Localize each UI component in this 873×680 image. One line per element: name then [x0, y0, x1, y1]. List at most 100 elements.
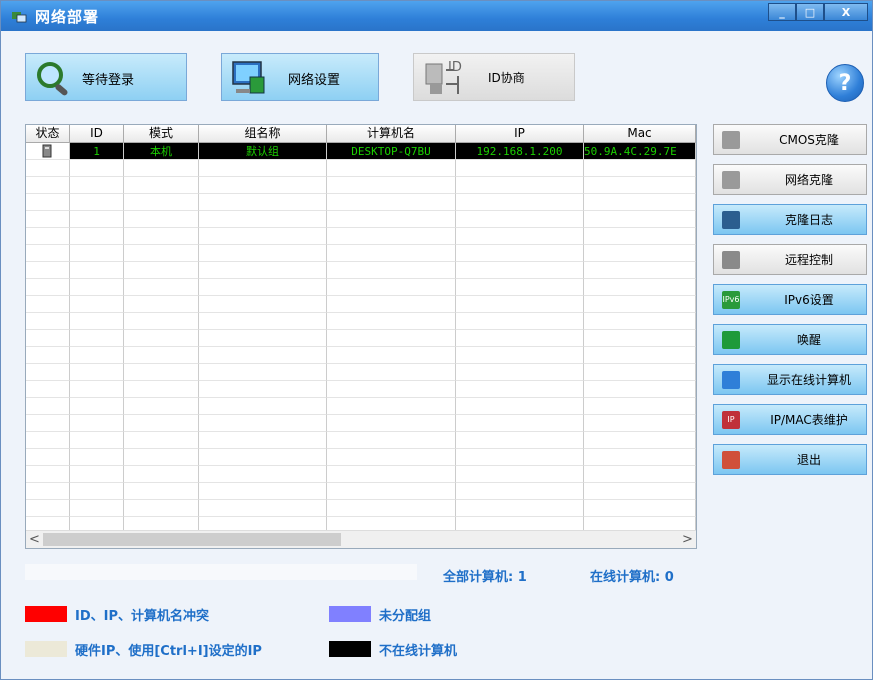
- empty-cell: [327, 211, 456, 228]
- empty-table-row[interactable]: [26, 432, 696, 449]
- col-ip[interactable]: IP: [456, 125, 584, 142]
- empty-cell: [327, 381, 456, 398]
- scroll-thumb[interactable]: [43, 533, 341, 546]
- exit-icon: [722, 451, 740, 469]
- side-button-ip-table[interactable]: IP IP/MAC表维护: [713, 404, 867, 435]
- empty-cell: [456, 296, 584, 313]
- help-button[interactable]: ?: [826, 64, 864, 102]
- empty-table-row[interactable]: [26, 245, 696, 262]
- side-button-clone-log[interactable]: 克隆日志: [713, 204, 867, 235]
- empty-table-row[interactable]: [26, 330, 696, 347]
- empty-cell: [584, 160, 696, 177]
- empty-cell: [327, 313, 456, 330]
- legend-swatch-red: [25, 606, 67, 622]
- empty-cell: [124, 432, 199, 449]
- side-button-magnifier[interactable]: 显示在线计算机: [713, 364, 867, 395]
- empty-table-row[interactable]: [26, 211, 696, 228]
- empty-table-row[interactable]: [26, 483, 696, 500]
- table-row[interactable]: 1 本机 默认组 DESKTOP-Q7BU 192.168.1.200 50.9…: [26, 143, 696, 160]
- empty-cell: [199, 245, 327, 262]
- side-button-ipv6[interactable]: IPv6 IPv6设置: [713, 284, 867, 315]
- empty-cell: [124, 466, 199, 483]
- empty-cell: [199, 449, 327, 466]
- title-bar[interactable]: 网络部署 _ □ X: [1, 1, 872, 31]
- empty-table-row[interactable]: [26, 160, 696, 177]
- empty-table-row[interactable]: [26, 364, 696, 381]
- legend-offline: 不在线计算机: [329, 641, 457, 659]
- col-group[interactable]: 组名称: [199, 125, 327, 142]
- empty-cell: [584, 449, 696, 466]
- network-settings-button[interactable]: 网络设置: [221, 53, 379, 101]
- empty-cell: [70, 279, 124, 296]
- id-negotiate-label: ID协商: [488, 71, 525, 85]
- empty-cell: [584, 177, 696, 194]
- empty-table-row[interactable]: [26, 228, 696, 245]
- col-computer-name[interactable]: 计算机名: [327, 125, 456, 142]
- empty-cell: [584, 313, 696, 330]
- maximize-button[interactable]: □: [796, 3, 824, 21]
- empty-table-row[interactable]: [26, 398, 696, 415]
- empty-cell: [456, 160, 584, 177]
- side-button-power[interactable]: 唤醒: [713, 324, 867, 355]
- ip-table-icon: IP: [722, 411, 740, 429]
- computer-table[interactable]: 状态 ID 模式 组名称 计算机名 IP Mac 1 本机 默认组 DESKTO…: [25, 124, 697, 549]
- minimize-button[interactable]: _: [768, 3, 796, 21]
- empty-cell: [124, 194, 199, 211]
- empty-cell: [584, 194, 696, 211]
- empty-table-row[interactable]: [26, 313, 696, 330]
- empty-cell: [70, 228, 124, 245]
- empty-cell: [124, 296, 199, 313]
- side-button-remote-control[interactable]: 远程控制: [713, 244, 867, 275]
- empty-table-row[interactable]: [26, 449, 696, 466]
- empty-cell: [456, 483, 584, 500]
- empty-cell: [124, 160, 199, 177]
- scroll-left-arrow[interactable]: <: [26, 531, 43, 548]
- empty-table-row[interactable]: [26, 466, 696, 483]
- empty-table-row[interactable]: [26, 177, 696, 194]
- empty-cell: [124, 500, 199, 517]
- close-button[interactable]: X: [824, 3, 868, 21]
- empty-cell: [26, 432, 70, 449]
- empty-cell: [199, 432, 327, 449]
- side-button-exit[interactable]: 退出: [713, 444, 867, 475]
- wait-login-button[interactable]: 等待登录: [25, 53, 187, 101]
- col-id[interactable]: ID: [70, 125, 124, 142]
- empty-table-row[interactable]: [26, 279, 696, 296]
- empty-cell: [327, 432, 456, 449]
- empty-cell: [584, 415, 696, 432]
- empty-cell: [456, 466, 584, 483]
- empty-cell: [327, 279, 456, 296]
- col-mode[interactable]: 模式: [124, 125, 199, 142]
- empty-cell: [26, 398, 70, 415]
- empty-table-row[interactable]: [26, 347, 696, 364]
- empty-cell: [199, 381, 327, 398]
- col-mac[interactable]: Mac: [584, 125, 696, 142]
- empty-cell: [199, 466, 327, 483]
- empty-cell: [199, 194, 327, 211]
- empty-table-row[interactable]: [26, 262, 696, 279]
- status-cell: [26, 143, 70, 160]
- empty-table-row[interactable]: [26, 194, 696, 211]
- empty-table-row[interactable]: [26, 415, 696, 432]
- empty-table-row[interactable]: [26, 296, 696, 313]
- scroll-right-arrow[interactable]: >: [679, 531, 696, 548]
- empty-cell: [456, 364, 584, 381]
- empty-cell: [70, 177, 124, 194]
- empty-cell: [456, 279, 584, 296]
- empty-cell: [327, 177, 456, 194]
- side-button-cmos-clone[interactable]: CMOS克隆: [713, 124, 867, 155]
- magnifier-icon: [722, 371, 740, 389]
- empty-cell: [70, 415, 124, 432]
- empty-cell: [70, 160, 124, 177]
- empty-cell: [26, 313, 70, 330]
- empty-cell: [584, 364, 696, 381]
- empty-cell: [70, 500, 124, 517]
- empty-table-row[interactable]: [26, 381, 696, 398]
- horizontal-scrollbar[interactable]: < >: [26, 530, 696, 548]
- side-button-network-clone[interactable]: 网络克隆: [713, 164, 867, 195]
- empty-cell: [199, 500, 327, 517]
- empty-cell: [327, 194, 456, 211]
- id-negotiate-button[interactable]: ID ID协商: [413, 53, 575, 101]
- empty-table-row[interactable]: [26, 500, 696, 517]
- col-status[interactable]: 状态: [26, 125, 70, 142]
